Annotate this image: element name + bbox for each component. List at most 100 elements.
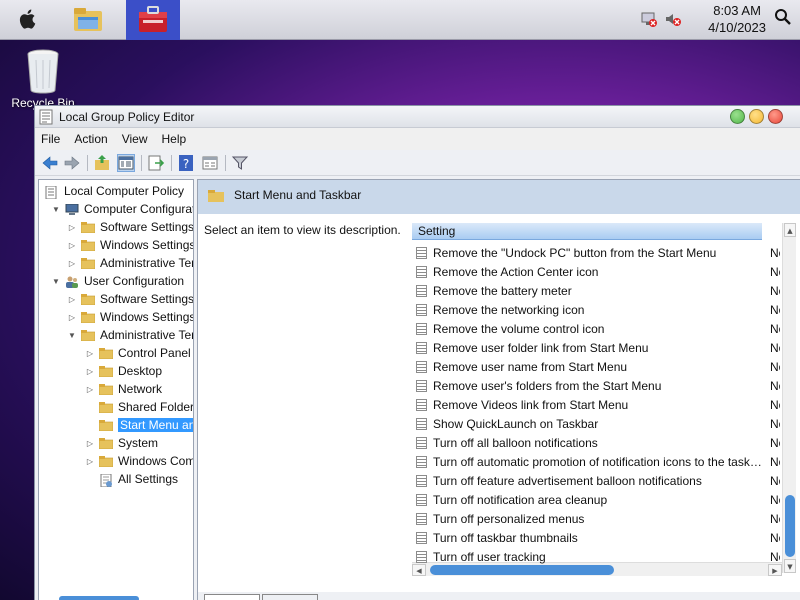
- vertical-scrollbar[interactable]: ▲ ▼: [782, 223, 796, 573]
- menu-view[interactable]: View: [122, 132, 148, 146]
- scroll-up-arrow-icon[interactable]: ▲: [784, 223, 796, 237]
- expanded-arrow-icon[interactable]: ▼: [67, 331, 77, 340]
- close-button[interactable]: [768, 109, 783, 124]
- tree-item-start-menu-and-taskbar[interactable]: Start Menu and Taskbar: [85, 416, 193, 434]
- toolbox-app-icon[interactable]: [126, 0, 180, 40]
- show-hide-tree-icon[interactable]: [117, 154, 135, 172]
- tree-item-windows-settings[interactable]: ▷ Windows Settings: [67, 236, 193, 254]
- setting-row[interactable]: Turn off notification area cleanup Not co…: [412, 490, 782, 509]
- collapsed-arrow-icon[interactable]: ▷: [67, 241, 77, 250]
- collapsed-arrow-icon[interactable]: ▷: [85, 439, 95, 448]
- setting-row[interactable]: Remove user's folders from the Start Men…: [412, 376, 782, 395]
- group-policy-editor-window: Local Group Policy Editor File Action Vi…: [34, 105, 800, 600]
- collapsed-arrow-icon[interactable]: ▷: [67, 313, 77, 322]
- setting-row[interactable]: Remove user folder link from Start Menu N…: [412, 338, 782, 357]
- window-titlebar[interactable]: Local Group Policy Editor: [35, 106, 800, 128]
- tree-item-label: Network: [118, 382, 163, 396]
- search-icon[interactable]: [774, 8, 792, 26]
- setting-row[interactable]: Remove the Action Center icon Not configu…: [412, 262, 782, 281]
- horizontal-scroll-thumb[interactable]: [430, 565, 614, 575]
- menu-help[interactable]: Help: [162, 132, 187, 146]
- tree-item-label: User Configuration: [84, 274, 185, 288]
- tree-item-windows-settings[interactable]: ▷ Windows Settings: [67, 308, 193, 326]
- menu-action[interactable]: Action: [74, 132, 107, 146]
- forward-arrow-icon[interactable]: [63, 154, 81, 172]
- policy-setting-icon: [416, 265, 427, 278]
- setting-row[interactable]: Turn off automatic promotion of notifica…: [412, 452, 782, 471]
- setting-row[interactable]: Turn off user tracking Not configured: [412, 547, 782, 566]
- setting-row[interactable]: Remove user name from Start Menu Not conf…: [412, 357, 782, 376]
- setting-name: Turn off user tracking: [433, 549, 546, 564]
- tab-standard[interactable]: [262, 594, 318, 600]
- tree-item-label: Desktop: [118, 364, 163, 378]
- setting-row[interactable]: Turn off all balloon notifications Not co…: [412, 433, 782, 452]
- policy-setting-icon: [416, 436, 427, 449]
- export-list-icon[interactable]: [147, 154, 165, 172]
- tree-item-software-settings[interactable]: ▷ Software Settings: [67, 218, 194, 236]
- tab-extended[interactable]: [204, 594, 260, 600]
- folder-icon: [80, 329, 96, 341]
- setting-name: Turn off feature advertisement balloon n…: [433, 473, 702, 488]
- setting-name: Remove the Action Center icon: [433, 264, 599, 279]
- scroll-down-arrow-icon[interactable]: ▼: [784, 559, 796, 573]
- tree-horizontal-scroll-thumb[interactable]: [59, 596, 139, 600]
- apple-menu-icon[interactable]: [18, 8, 38, 30]
- collapsed-arrow-icon[interactable]: ▷: [85, 349, 95, 358]
- tree-item-all-settings[interactable]: All Settings: [85, 470, 178, 488]
- setting-row[interactable]: Remove the battery meter Not configured: [412, 281, 782, 300]
- minimize-button[interactable]: [749, 109, 764, 124]
- tree-item-windows-components[interactable]: ▷ Windows Components: [85, 452, 193, 470]
- tree-item-local-computer-policy[interactable]: Local Computer Policy: [45, 182, 184, 200]
- tree-item-computer-configuration[interactable]: ▼ Computer Configuration: [51, 200, 193, 218]
- setting-row[interactable]: Remove Videos link from Start Menu Not co…: [412, 395, 782, 414]
- folder-icon: [80, 257, 96, 269]
- collapsed-arrow-icon[interactable]: ▷: [85, 367, 95, 376]
- up-folder-icon[interactable]: [93, 154, 111, 172]
- collapsed-arrow-icon[interactable]: ▷: [85, 385, 95, 394]
- collapsed-arrow-icon[interactable]: ▷: [67, 223, 77, 232]
- toolbar-separator: [87, 155, 88, 171]
- setting-row[interactable]: Turn off personalized menus Not configure…: [412, 509, 782, 528]
- filter-icon[interactable]: [231, 154, 249, 172]
- details-header-title: Start Menu and Taskbar: [234, 188, 362, 202]
- tree-item-user-configuration[interactable]: ▼ User Configuration: [51, 272, 184, 290]
- folder-icon: [98, 437, 114, 449]
- maximize-button[interactable]: [730, 109, 745, 124]
- setting-row[interactable]: Turn off feature advertisement balloon n…: [412, 471, 782, 490]
- tree-item-network[interactable]: ▷ Network: [85, 380, 162, 398]
- expanded-arrow-icon[interactable]: ▼: [51, 277, 61, 286]
- setting-row[interactable]: Remove the "Undock PC" button from the S…: [412, 243, 782, 262]
- recycle-bin-desktop-icon[interactable]: Recycle Bin: [10, 48, 76, 110]
- vertical-scroll-thumb[interactable]: [785, 495, 795, 557]
- system-clock[interactable]: 8:03 AM 4/10/2023: [708, 2, 766, 36]
- volume-muted-icon[interactable]: [664, 10, 682, 28]
- setting-row[interactable]: Turn off taskbar thumbnails Not configure…: [412, 528, 782, 547]
- properties-icon[interactable]: [201, 154, 219, 172]
- tree-item-administrative-templates[interactable]: ▼ Administrative Templates: [67, 326, 193, 344]
- collapsed-arrow-icon[interactable]: ▷: [67, 295, 77, 304]
- network-disconnected-icon[interactable]: [640, 10, 658, 28]
- tree-item-administrative-templates[interactable]: ▷ Administrative Templates: [67, 254, 193, 272]
- tree-item-label: Software Settings: [100, 220, 194, 234]
- folder-icon: [98, 383, 114, 395]
- policy-setting-icon: [416, 246, 427, 259]
- setting-row[interactable]: Remove the networking icon Not configured: [412, 300, 782, 319]
- expanded-arrow-icon[interactable]: ▼: [51, 205, 61, 214]
- tree-item-desktop[interactable]: ▷ Desktop: [85, 362, 162, 380]
- policy-document-icon: [45, 185, 59, 199]
- policy-setting-icon: [416, 379, 427, 392]
- collapsed-arrow-icon[interactable]: ▷: [85, 457, 95, 466]
- tree-item-shared-folders[interactable]: Shared Folders: [85, 398, 193, 416]
- column-header-setting[interactable]: Setting: [412, 223, 762, 240]
- tree-item-control-panel[interactable]: ▷ Control Panel: [85, 344, 191, 362]
- tree-item-system[interactable]: ▷ System: [85, 434, 158, 452]
- file-explorer-icon[interactable]: [70, 2, 106, 38]
- help-icon[interactable]: ?: [177, 154, 195, 172]
- top-bar: 8:03 AM 4/10/2023: [0, 0, 800, 40]
- setting-row[interactable]: Show QuickLaunch on Taskbar Not configure…: [412, 414, 782, 433]
- back-arrow-icon[interactable]: [41, 154, 59, 172]
- collapsed-arrow-icon[interactable]: ▷: [67, 259, 77, 268]
- setting-row[interactable]: Remove the volume control icon Not config…: [412, 319, 782, 338]
- tree-item-software-settings[interactable]: ▷ Software Settings: [67, 290, 193, 308]
- menu-file[interactable]: File: [41, 132, 60, 146]
